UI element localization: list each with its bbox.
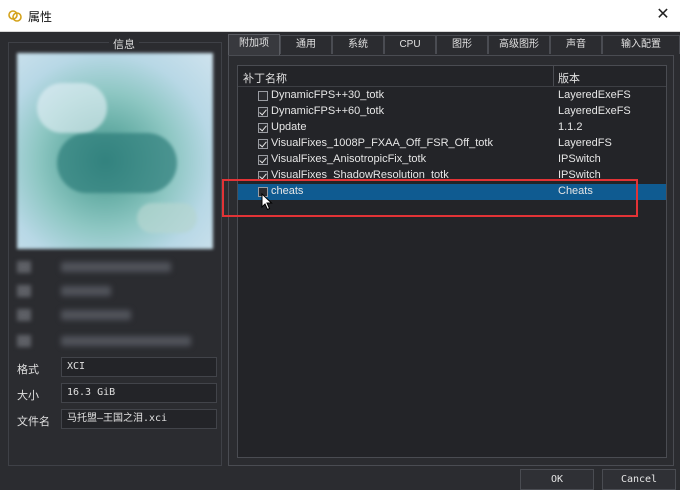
blurred-info-row: 更 — [17, 333, 213, 351]
addon-name: VisualFixes_AnisotropicFix_totk — [271, 153, 427, 165]
addon-checkbox[interactable] — [258, 123, 268, 133]
blurred-info-row: 名 — [17, 259, 213, 277]
addon-checkbox[interactable] — [258, 155, 268, 165]
blurred-info-row: 开 — [17, 283, 213, 301]
tab-graphics[interactable]: 图形 — [436, 35, 488, 54]
list-header: 补丁名称 版本 — [238, 66, 666, 87]
addon-checkbox[interactable] — [258, 107, 268, 117]
info-group-title: 信息 — [109, 36, 139, 52]
addon-checkbox[interactable] — [258, 91, 268, 101]
title-bar: 属性 ✕ — [0, 0, 680, 32]
filename-label: 文件名 — [17, 416, 50, 428]
addon-name: DynamicFPS++30_totk — [271, 89, 385, 101]
addon-row[interactable]: VisualFixes_1008P_FXAA_Off_FSR_Off_totk … — [238, 136, 666, 152]
addon-version: LayeredExeFS — [558, 105, 631, 117]
tab-advanced-graphics[interactable]: 高级图形 — [488, 35, 550, 54]
addon-version: 1.1.2 — [558, 121, 583, 133]
tab-cpu[interactable]: CPU — [384, 35, 436, 54]
addon-version: LayeredFS — [558, 137, 612, 149]
tab-input-config[interactable]: 输入配置 — [602, 35, 680, 54]
format-row: 格式 XCI — [17, 357, 217, 377]
addon-name: DynamicFPS++60_totk — [271, 105, 385, 117]
filename-field[interactable]: 马托盟—王国之泪.xci — [61, 409, 217, 429]
ok-button[interactable]: OK — [520, 469, 594, 490]
format-label: 格式 — [17, 364, 39, 376]
addon-row[interactable]: DynamicFPS++30_totk LayeredExeFS — [238, 88, 666, 104]
addon-row[interactable]: VisualFixes_AnisotropicFix_totk IPSwitch — [238, 152, 666, 168]
column-header-version[interactable]: 版本 — [558, 70, 580, 86]
blurred-info-row: 版 — [17, 307, 213, 325]
filename-row: 文件名 马托盟—王国之泪.xci — [17, 409, 217, 429]
mouse-cursor-icon — [261, 193, 273, 211]
addon-name: Update — [271, 121, 307, 133]
window-title: 属性 — [28, 10, 53, 24]
column-divider[interactable] — [553, 66, 554, 86]
tab-general[interactable]: 通用 — [280, 35, 332, 54]
addon-version: LayeredExeFS — [558, 89, 631, 101]
size-row: 大小 16.3 GiB — [17, 383, 217, 403]
addons-panel: 补丁名称 版本 DynamicFPS++30_totk LayeredExeFS… — [228, 55, 674, 466]
cancel-button[interactable]: Cancel — [602, 469, 676, 490]
addon-name: VisualFixes_1008P_FXAA_Off_FSR_Off_totk — [271, 137, 493, 149]
tab-system[interactable]: 系统 — [332, 35, 384, 54]
addon-row[interactable]: Update 1.1.2 — [238, 120, 666, 136]
tab-audio[interactable]: 声音 — [550, 35, 602, 54]
format-field[interactable]: XCI — [61, 357, 217, 377]
game-cover-image — [17, 53, 213, 249]
column-header-name[interactable]: 补丁名称 — [243, 70, 287, 86]
info-group: 信息 名 开 版 更 格式 XCI 大小 16.3 GiB 文件名 马托盟—王国… — [8, 36, 222, 466]
app-icon — [8, 10, 22, 22]
size-label: 大小 — [17, 390, 39, 402]
size-field[interactable]: 16.3 GiB — [61, 383, 217, 403]
addons-list[interactable]: 补丁名称 版本 DynamicFPS++30_totk LayeredExeFS… — [237, 65, 667, 458]
addon-row[interactable]: DynamicFPS++60_totk LayeredExeFS — [238, 104, 666, 120]
tab-addons[interactable]: 附加项 — [228, 34, 280, 55]
addon-version: IPSwitch — [558, 153, 601, 165]
highlight-box — [222, 179, 638, 217]
tab-bar: 附加项 通用 系统 CPU 图形 高级图形 声音 输入配置 — [228, 34, 680, 55]
addon-checkbox[interactable] — [258, 139, 268, 149]
close-icon[interactable]: ✕ — [654, 6, 672, 24]
